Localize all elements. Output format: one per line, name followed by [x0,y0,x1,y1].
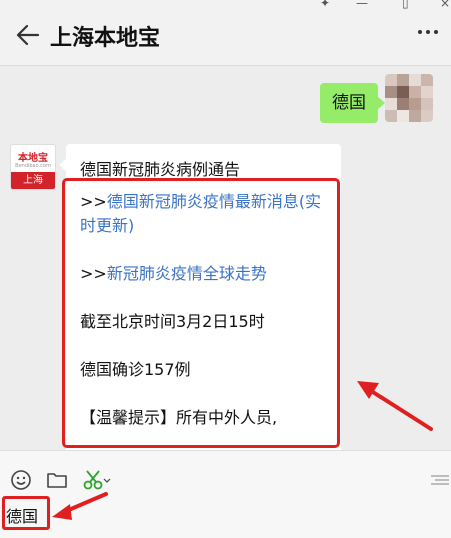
official-account-avatar[interactable]: 本地宝 Bendibao.com 上海 [10,144,56,190]
message-title: 德国新冠肺炎病例通告 [80,160,241,179]
brand-logo-city: 上海 [11,172,55,189]
scissors-icon[interactable] [82,469,112,491]
chat-history-icon[interactable] [429,473,451,487]
maximize-icon[interactable]: ▯ [402,0,409,10]
highlight-box-input [2,496,50,530]
annotation-arrow-icon [52,492,108,520]
back-arrow-icon[interactable] [14,22,40,48]
chat-title: 上海本地宝 [50,26,161,51]
highlight-box-message [62,178,340,448]
folder-icon[interactable] [46,469,68,491]
window-title-bar: ✦ — ▯ × [0,0,451,10]
more-dots-icon[interactable] [417,27,439,37]
user-avatar[interactable] [385,74,433,122]
outgoing-message[interactable]: 德国 [320,83,385,123]
annotation-arrow-icon [357,381,433,431]
close-icon[interactable]: × [440,0,450,10]
minimize-icon[interactable]: — [356,0,368,10]
chat-header: 上海本地宝 [0,10,451,66]
pin-icon[interactable]: ✦ [320,0,330,10]
emoji-icon[interactable] [10,469,32,491]
brand-logo-subtext: Bendibao.com [15,163,51,169]
